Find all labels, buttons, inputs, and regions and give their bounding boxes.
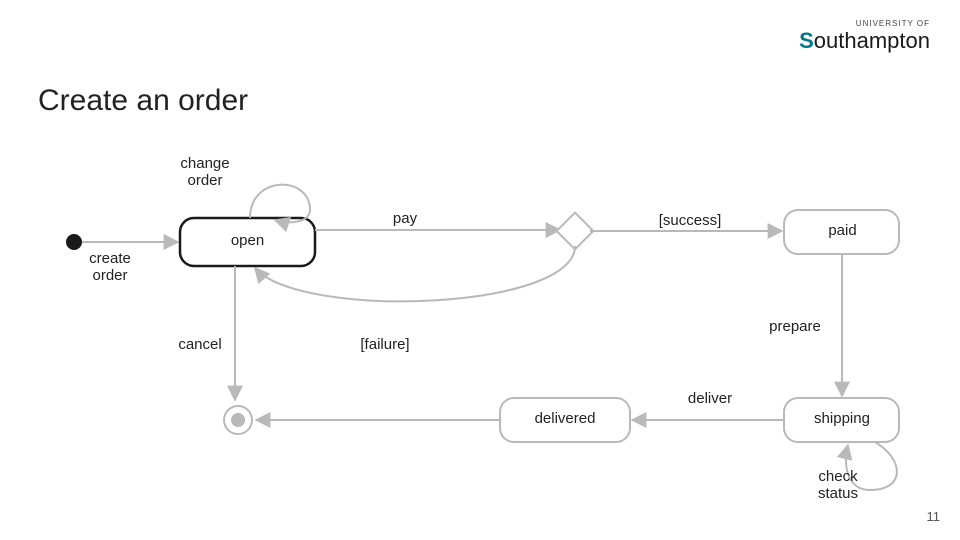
edge-change-order	[250, 185, 310, 223]
label-success: [success]	[650, 212, 730, 229]
label-state-paid: paid	[800, 222, 885, 239]
state-diagram	[0, 0, 960, 540]
label-state-shipping: shipping	[796, 410, 888, 427]
label-state-delivered: delivered	[512, 410, 618, 427]
label-state-open: open	[200, 232, 295, 249]
label-change-order: change order	[170, 155, 240, 190]
initial-node	[66, 234, 82, 250]
label-cancel: cancel	[170, 336, 230, 353]
label-deliver: deliver	[680, 390, 740, 407]
label-check-status: check status	[808, 468, 868, 503]
label-pay: pay	[380, 210, 430, 227]
label-create-order: create order	[80, 250, 140, 285]
label-failure: [failure]	[350, 336, 420, 353]
final-node-inner	[231, 413, 245, 427]
decision-pay-outcome	[557, 213, 594, 250]
label-prepare: prepare	[760, 318, 830, 335]
